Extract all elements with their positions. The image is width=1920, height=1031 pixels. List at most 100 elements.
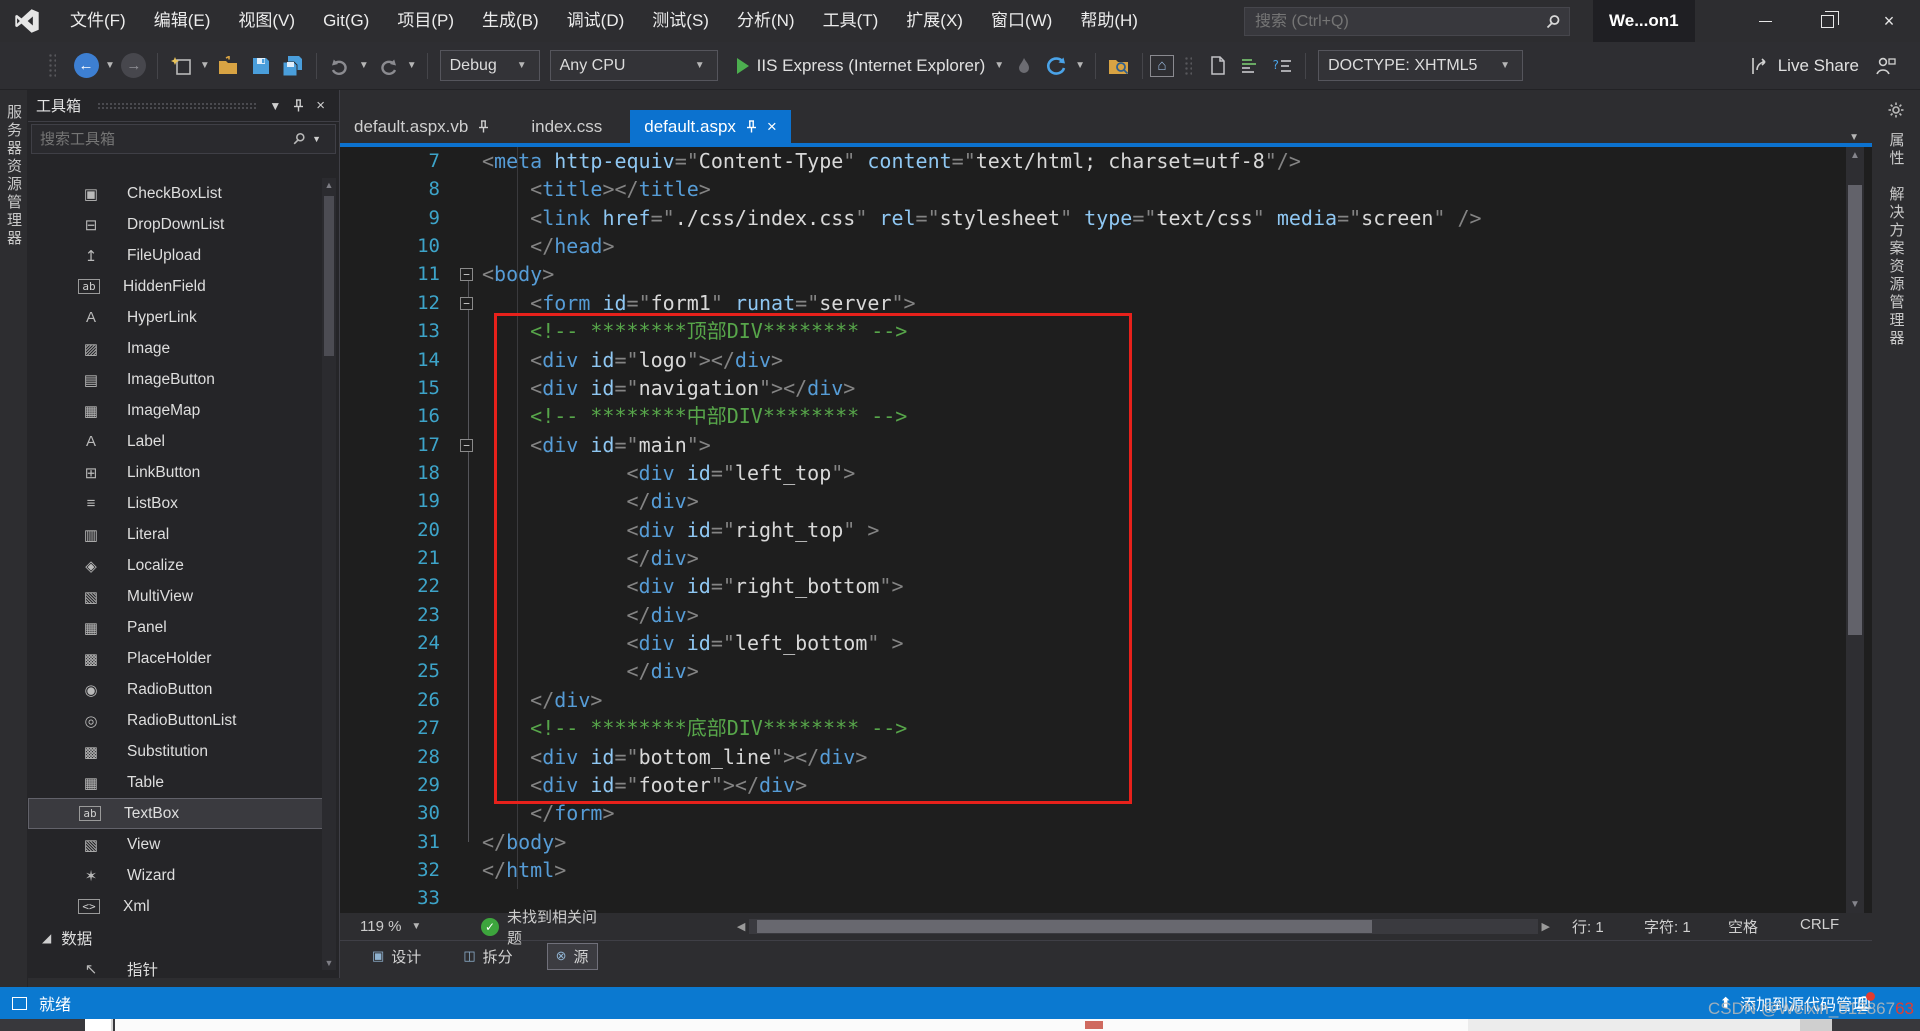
toolbox-group-data[interactable]: ◢数据 xyxy=(28,922,324,953)
toolbox-search[interactable]: ▼ xyxy=(31,124,336,154)
toolbox-item-Panel[interactable]: ▦Panel xyxy=(28,612,324,643)
toolbox-drag-handle[interactable] xyxy=(97,102,257,110)
toolbox-item-ImageMap[interactable]: ▦ImageMap xyxy=(28,395,324,426)
menu-item-分析N[interactable]: 分析(N) xyxy=(723,0,809,42)
menu-item-测试S[interactable]: 测试(S) xyxy=(638,0,723,42)
find-in-files-button[interactable] xyxy=(1104,48,1134,84)
code-line[interactable]: 10 </head> xyxy=(340,232,1872,260)
gear-icon[interactable] xyxy=(1888,102,1904,118)
start-debug-button[interactable]: IIS Express (Internet Explorer) ▼ xyxy=(735,48,1008,84)
minimize-button[interactable] xyxy=(1734,0,1796,42)
browser-dropdown-icon[interactable]: ▼ xyxy=(1075,60,1085,71)
scroll-right-icon[interactable]: ▶ xyxy=(1542,920,1550,933)
code-line[interactable]: 9 <link href="./css/index.css" rel="styl… xyxy=(340,204,1872,232)
code-line[interactable]: 11−<body> xyxy=(340,260,1872,288)
toolbox-item-Table[interactable]: ▦Table xyxy=(28,767,324,798)
toolbox-item-Label[interactable]: ALabel xyxy=(28,426,324,457)
toolbox-item-LinkButton[interactable]: ⊞LinkButton xyxy=(28,457,324,488)
view-tab-拆分[interactable]: ◫拆分 xyxy=(455,944,520,969)
toolbox-item-Localize[interactable]: ◈Localize xyxy=(28,550,324,581)
menu-item-视图V[interactable]: 视图(V) xyxy=(224,0,309,42)
redo-button[interactable] xyxy=(373,48,403,84)
solution-platform-dropdown[interactable]: Any CPU▼ xyxy=(550,50,718,81)
side-tab-属性[interactable]: 属性 xyxy=(1886,132,1907,168)
scroll-up-icon[interactable]: ▲ xyxy=(322,180,336,190)
fold-collapse-icon[interactable]: − xyxy=(460,297,473,310)
add-user-button[interactable] xyxy=(1870,48,1900,84)
quick-search[interactable] xyxy=(1244,7,1570,36)
undo-dropdown-icon[interactable]: ▼ xyxy=(359,60,369,71)
toolbox-item-PlaceHolder[interactable]: ▩PlaceHolder xyxy=(28,643,324,674)
toolbox-item-Image[interactable]: ▨Image xyxy=(28,333,324,364)
toolbox-item-HyperLink[interactable]: AHyperLink xyxy=(28,302,324,333)
spaces-indicator[interactable]: 空格 xyxy=(1728,916,1800,937)
toolbox-item-Xml[interactable]: <>Xml xyxy=(28,891,324,922)
scrollbar-thumb[interactable] xyxy=(757,920,1372,933)
menu-item-文件F[interactable]: 文件(F) xyxy=(56,0,140,42)
hot-reload-button[interactable] xyxy=(1009,48,1039,84)
tab-overflow-dropdown-icon[interactable]: ▼ xyxy=(1849,132,1859,143)
toolbox-item-View[interactable]: ▧View xyxy=(28,829,324,860)
server-explorer-tab[interactable]: 服务器资源管理器 xyxy=(3,104,24,248)
quick-search-input[interactable] xyxy=(1245,13,1545,31)
scroll-up-icon[interactable]: ▲ xyxy=(1846,150,1864,161)
menu-item-项目P[interactable]: 项目(P) xyxy=(383,0,468,42)
code-line[interactable]: 32</html> xyxy=(340,856,1872,884)
solution-configuration-dropdown[interactable]: Debug▼ xyxy=(440,50,540,81)
toolbox-item-TextBox[interactable]: abTextBox xyxy=(28,798,324,829)
navigate-forward-button[interactable]: → xyxy=(119,48,149,84)
view-tab-源[interactable]: ⊗源 xyxy=(547,943,598,970)
close-button[interactable]: × xyxy=(1858,0,1920,42)
toolbox-scrollbar[interactable]: ▲ ▼ xyxy=(322,178,336,970)
scrollbar-thumb[interactable] xyxy=(1848,185,1862,635)
browse-home-button[interactable]: ⌂ xyxy=(1150,55,1174,77)
menu-item-编辑E[interactable]: 编辑(E) xyxy=(140,0,225,42)
toolbox-search-input[interactable] xyxy=(40,131,292,148)
code-editor[interactable]: 7<meta http-equiv="Content-Type" content… xyxy=(340,147,1872,913)
editor-vertical-scrollbar[interactable]: ▲ ▼ xyxy=(1846,147,1864,913)
open-file-button[interactable] xyxy=(214,48,244,84)
format-document-button[interactable] xyxy=(1235,48,1265,84)
close-icon[interactable]: × xyxy=(316,97,325,114)
save-all-button[interactable] xyxy=(278,48,308,84)
menu-item-帮助H[interactable]: 帮助(H) xyxy=(1066,0,1152,42)
pin-icon[interactable] xyxy=(746,120,757,133)
back-dropdown-icon[interactable]: ▼ xyxy=(105,60,115,71)
toolbar-grip[interactable] xyxy=(1184,56,1192,76)
refresh-browser-button[interactable] xyxy=(1041,48,1071,84)
toolbox-item-MultiView[interactable]: ▧MultiView xyxy=(28,581,324,612)
chevron-down-icon[interactable]: ▼ xyxy=(269,99,281,113)
new-item-dropdown-icon[interactable]: ▼ xyxy=(200,60,210,71)
navigate-back-button[interactable]: ← xyxy=(71,48,101,84)
side-tab-解决方案资源管理器[interactable]: 解决方案资源管理器 xyxy=(1886,186,1907,348)
code-line[interactable]: 33 xyxy=(340,884,1872,912)
document-outline-button[interactable] xyxy=(1203,48,1233,84)
chevron-down-icon[interactable]: ▼ xyxy=(312,134,321,144)
toolbar-grip[interactable] xyxy=(48,53,56,79)
menu-item-工具T[interactable]: 工具(T) xyxy=(809,0,893,42)
close-icon[interactable]: × xyxy=(767,117,777,137)
code-line[interactable]: 8 <title></title> xyxy=(340,175,1872,203)
doctype-dropdown[interactable]: DOCTYPE: XHTML5▼ xyxy=(1318,50,1523,81)
toolbox-item-Substitution[interactable]: ▩Substitution xyxy=(28,736,324,767)
toolbox-item-pointer[interactable]: ↖指针 xyxy=(28,953,324,978)
scroll-down-icon[interactable]: ▼ xyxy=(1846,899,1864,910)
fold-collapse-icon[interactable]: − xyxy=(460,268,473,281)
live-share-button[interactable]: Live Share xyxy=(1750,56,1869,76)
code-line[interactable]: 7<meta http-equiv="Content-Type" content… xyxy=(340,147,1872,175)
toolbox-item-Wizard[interactable]: ✶Wizard xyxy=(28,860,324,891)
toolbox-item-ImageButton[interactable]: ▤ImageButton xyxy=(28,364,324,395)
toolbox-item-RadioButton[interactable]: ◉RadioButton xyxy=(28,674,324,705)
tab-index.css[interactable]: index.css xyxy=(517,110,616,143)
eol-indicator[interactable]: CRLF xyxy=(1800,916,1872,937)
scroll-left-icon[interactable]: ◀ xyxy=(737,920,745,933)
tab-default.aspx[interactable]: default.aspx× xyxy=(630,110,791,143)
menu-item-生成B[interactable]: 生成(B) xyxy=(468,0,553,42)
scroll-down-icon[interactable]: ▼ xyxy=(322,958,336,968)
fold-collapse-icon[interactable]: − xyxy=(460,439,473,452)
code-line[interactable]: 31</body> xyxy=(340,828,1872,856)
toolbox-item-CheckBoxList[interactable]: ▣CheckBoxList xyxy=(28,178,324,209)
restore-button[interactable] xyxy=(1796,0,1858,42)
comment-lines-button[interactable]: ? xyxy=(1267,48,1297,84)
pin-icon[interactable] xyxy=(478,120,489,133)
